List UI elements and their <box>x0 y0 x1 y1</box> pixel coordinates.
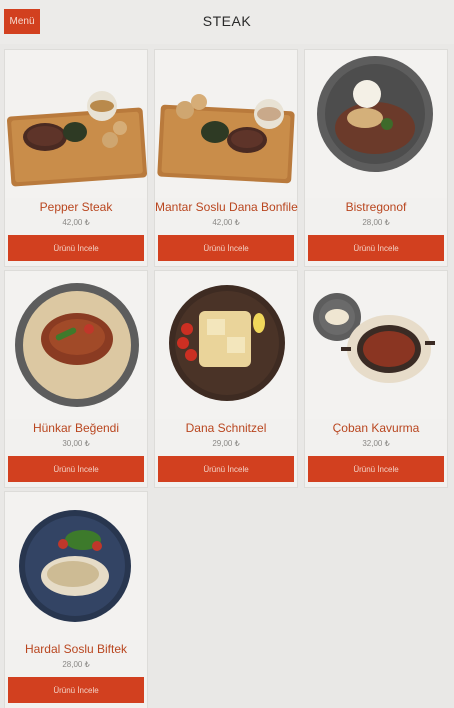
page-title: STEAK <box>202 13 252 29</box>
product-image[interactable] <box>5 492 147 640</box>
product-name: Mantar Soslu Dana Bonfile <box>155 200 298 214</box>
top-bar: Menü STEAK <box>0 0 454 44</box>
product-name: Çoban Kavurma <box>332 421 420 435</box>
product-card[interactable]: Hünkar Beğendi 30,00 ₺ Ürünü İncele <box>5 271 147 487</box>
view-product-button[interactable]: Ürünü İncele <box>158 456 294 482</box>
view-product-button[interactable]: Ürünü İncele <box>308 235 444 261</box>
product-name: Hünkar Beğendi <box>32 421 120 435</box>
product-card[interactable]: Dana Schnitzel 29,00 ₺ Ürünü İncele <box>155 271 297 487</box>
product-price: 32,00 ₺ <box>362 439 390 448</box>
product-card[interactable]: Mantar Soslu Dana Bonfile 42,00 ₺ Ürünü … <box>155 50 298 266</box>
product-image[interactable] <box>5 50 147 198</box>
product-image[interactable] <box>305 271 447 419</box>
product-card[interactable]: Bistregonof 28,00 ₺ Ürünü İncele <box>305 50 447 266</box>
product-name: Hardal Soslu Biftek <box>24 642 128 656</box>
product-card[interactable]: Hardal Soslu Biftek 28,00 ₺ Ürünü İncele <box>5 492 147 708</box>
product-price: 42,00 ₺ <box>212 218 240 227</box>
product-price: 29,00 ₺ <box>212 439 240 448</box>
product-card[interactable]: Çoban Kavurma 32,00 ₺ Ürünü İncele <box>305 271 447 487</box>
view-product-button[interactable]: Ürünü İncele <box>8 677 144 703</box>
product-image[interactable] <box>5 271 147 419</box>
product-price: 42,00 ₺ <box>62 218 90 227</box>
product-name: Bistregonof <box>345 200 407 214</box>
product-price: 28,00 ₺ <box>62 660 90 669</box>
view-product-button[interactable]: Ürünü İncele <box>8 456 144 482</box>
view-product-button[interactable]: Ürünü İncele <box>308 456 444 482</box>
product-card[interactable]: Pepper Steak 42,00 ₺ Ürünü İncele <box>5 50 147 266</box>
product-price: 30,00 ₺ <box>62 439 90 448</box>
view-product-button[interactable]: Ürünü İncele <box>158 235 294 261</box>
product-image[interactable] <box>155 50 297 198</box>
product-name: Dana Schnitzel <box>185 421 267 435</box>
product-image[interactable] <box>305 50 447 198</box>
product-image[interactable] <box>155 271 297 419</box>
product-price: 28,00 ₺ <box>362 218 390 227</box>
product-name: Pepper Steak <box>39 200 113 214</box>
view-product-button[interactable]: Ürünü İncele <box>8 235 144 261</box>
